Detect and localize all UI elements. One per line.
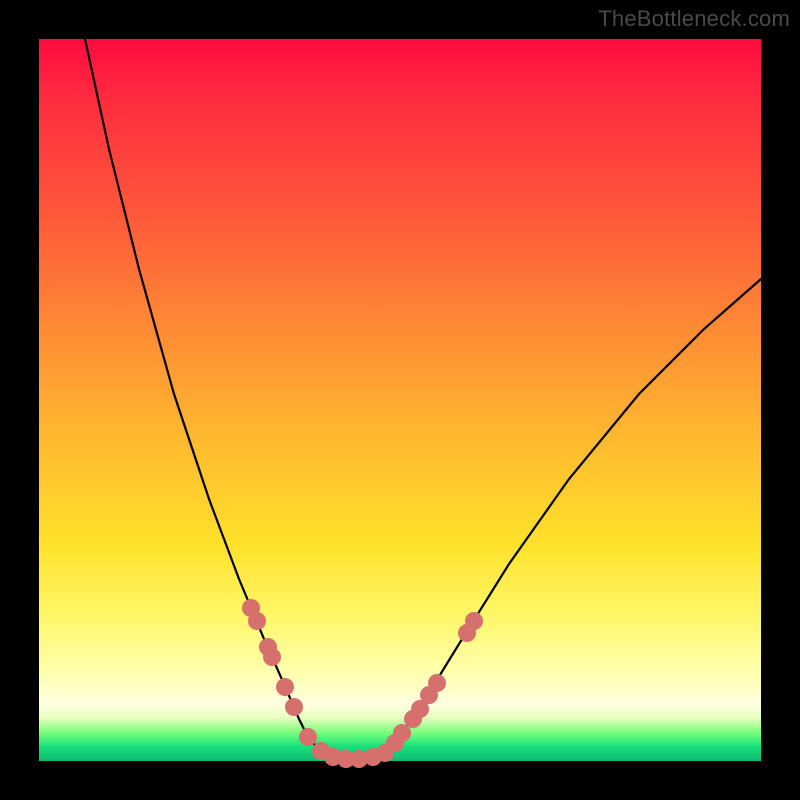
curve-left bbox=[85, 39, 326, 755]
data-bead bbox=[466, 613, 483, 630]
chart-stage: TheBottleneck.com bbox=[0, 0, 800, 800]
data-bead bbox=[264, 649, 281, 666]
data-bead bbox=[300, 729, 317, 746]
watermark-text: TheBottleneck.com bbox=[598, 6, 790, 32]
data-bead bbox=[394, 725, 411, 742]
data-bead bbox=[286, 699, 303, 716]
bead-group bbox=[243, 600, 483, 768]
data-bead bbox=[429, 675, 446, 692]
curve-layer bbox=[39, 39, 761, 761]
plot-area bbox=[39, 39, 761, 761]
data-bead bbox=[249, 613, 266, 630]
data-bead bbox=[277, 679, 294, 696]
